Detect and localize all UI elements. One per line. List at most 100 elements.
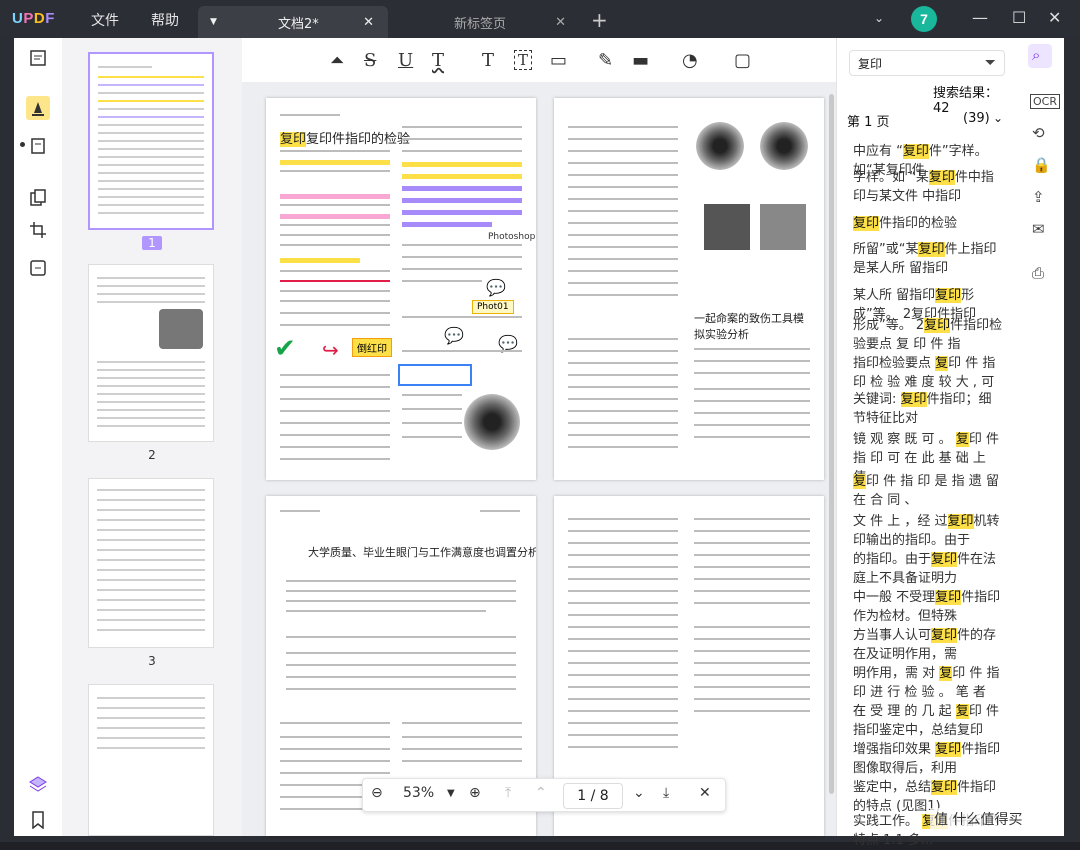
right-tool-bar: ⌕ OCR ⟲ 🔒 ⇪ ✉ ⎙: [1016, 38, 1064, 836]
comment-sticker-icon[interactable]: 💬: [486, 278, 506, 297]
search-result-item[interactable]: 文 件 上 ，经 过复印机转印输出的指印。由于: [853, 512, 1003, 550]
zoom-dropdown-icon[interactable]: ▼: [447, 788, 455, 799]
tab-label: 新标签页: [454, 16, 507, 32]
search-result-item[interactable]: 形成”等。 2复印件指印检验要点 复 印 件 指: [853, 316, 1003, 354]
squiggly-icon[interactable]: T: [432, 50, 444, 71]
rectangle-icon[interactable]: ▢: [734, 50, 751, 71]
search-result-item[interactable]: 复印件指印的检验: [853, 214, 1003, 233]
protect-icon[interactable]: 🔒: [1032, 156, 1051, 174]
search-result-item[interactable]: 在 受 理 的 几 起 复印 件 指印鉴定中，总结复印: [853, 702, 1003, 740]
strikethrough-icon[interactable]: S: [364, 50, 376, 71]
first-page-icon[interactable]: ⤒: [505, 785, 511, 801]
next-page-icon[interactable]: ⌄: [633, 785, 645, 801]
search-icon[interactable]: ⌕: [1032, 46, 1040, 64]
comment-mode-icon[interactable]: [28, 98, 48, 118]
thumbnail-panel: 1 2 3: [62, 38, 242, 836]
menu-file[interactable]: 文件: [91, 10, 119, 30]
rectangle-annotation[interactable]: [398, 364, 472, 386]
zoom-level[interactable]: 53%: [403, 785, 434, 801]
convert-file-icon[interactable]: ⟲: [1032, 124, 1045, 142]
result-text: 中一般 不受理: [853, 590, 936, 605]
thumbnail-page-2[interactable]: [88, 264, 214, 442]
search-result-item[interactable]: 中一般 不受理复印件指印作为检材。但特殊: [853, 588, 1003, 626]
thumbnail-page-1[interactable]: [88, 52, 214, 230]
reader-icon[interactable]: [28, 48, 48, 68]
results-page-header[interactable]: 第 1 页: [847, 111, 890, 130]
pencil-icon[interactable]: ✎: [598, 50, 613, 71]
ocr-icon[interactable]: OCR: [1030, 94, 1060, 109]
highlight-icon[interactable]: ⏶: [330, 50, 344, 71]
thumbnail-page-4[interactable]: [88, 684, 214, 836]
search-result-item[interactable]: 字样。如 “某复印件中指印与某文件 中指印: [853, 168, 1003, 206]
results-page-count: (39): [963, 111, 990, 126]
page-title: 一起命案的致伤工具模拟实验分析: [694, 312, 804, 341]
organize-pages-icon[interactable]: [28, 188, 48, 208]
eraser-icon[interactable]: ▬: [632, 50, 649, 71]
result-text: 镜 观 察 既 可 。: [853, 432, 956, 447]
result-text: 明作用，需 对: [853, 666, 940, 681]
close-icon[interactable]: ✕: [555, 15, 566, 30]
document-page-1[interactable]: 复印复印件指印的检验 ✔ ↪ 倒红印 Photoshop 💬 Phot01 💬 …: [266, 98, 536, 480]
last-page-icon[interactable]: ⤓: [663, 785, 669, 801]
search-result-item[interactable]: 指印检验要点 复印 件 指 印 检 验 难 度 较 大 , 可: [853, 354, 1003, 392]
app-window: UPDF 文件 帮助 ▼ 文档2* ✕ 新标签页 ✕ + ⌄ 7 — ☐ ✕ 1…: [0, 0, 1080, 848]
stamp-sticker[interactable]: 倒红印: [352, 338, 392, 357]
arrow-sticker-icon[interactable]: ↪: [322, 338, 339, 362]
result-text: 中应有 “: [853, 144, 903, 159]
active-dot: [20, 142, 25, 147]
chevron-down-icon[interactable]: ⌄: [874, 11, 884, 25]
maximize-icon[interactable]: ☐: [1012, 8, 1026, 27]
thumbnail-page-3[interactable]: [88, 478, 214, 648]
vertical-scrollbar[interactable]: [829, 94, 834, 794]
result-text: 鉴定中，总结: [853, 780, 932, 795]
close-icon[interactable]: ✕: [699, 785, 711, 801]
convert-icon[interactable]: [28, 258, 48, 278]
result-text: 文 件 上 ，经 过: [853, 514, 948, 529]
edit-pdf-icon[interactable]: [28, 136, 48, 156]
search-result-item[interactable]: 所留”或“某复印件上指印是某人所 留指印: [853, 240, 1003, 278]
zoom-out-icon[interactable]: ⊖: [371, 785, 383, 801]
minimize-icon[interactable]: —: [972, 8, 988, 27]
search-input[interactable]: 复印 ⏷: [849, 50, 1005, 76]
result-text: 字样。如 “某: [853, 170, 929, 185]
document-page-2[interactable]: 一起命案的致伤工具模拟实验分析: [554, 98, 824, 480]
layers-icon[interactable]: [28, 774, 48, 794]
filter-icon[interactable]: ⏷: [985, 55, 996, 71]
search-result-item[interactable]: 复印 件 指 印 是 指 遗 留 在 合 同 、: [853, 472, 1003, 510]
tab-new[interactable]: 新标签页 ✕: [392, 6, 580, 38]
textbox-icon[interactable]: T: [514, 50, 533, 70]
chevron-down-icon[interactable]: ⌄: [993, 111, 1003, 125]
result-match: 复: [939, 666, 953, 681]
result-match: 复印: [900, 392, 927, 407]
email-icon[interactable]: ✉: [1032, 220, 1045, 238]
result-text: 增强指印效果: [853, 742, 936, 757]
crop-icon[interactable]: [28, 220, 48, 240]
page-number-input[interactable]: 1 / 8: [563, 783, 623, 809]
close-icon[interactable]: ✕: [363, 15, 374, 30]
bookmark-icon[interactable]: [28, 810, 48, 830]
note-sticker[interactable]: Phot01: [472, 300, 514, 314]
prev-page-icon[interactable]: ⌃: [535, 785, 547, 801]
fingerprint-image-b: [760, 122, 808, 170]
tab-dropdown-icon[interactable]: ▼: [210, 17, 217, 27]
text-icon[interactable]: T: [482, 50, 494, 71]
result-match: 复印: [928, 170, 955, 185]
avatar[interactable]: 7: [911, 6, 937, 32]
menu-help[interactable]: 帮助: [151, 10, 179, 30]
search-result-item[interactable]: 增强指印效果 复印件指印图像取得后，利用: [853, 740, 1003, 778]
share-icon[interactable]: ⇪: [1032, 188, 1045, 206]
comment-sticker-pink-icon[interactable]: 💬: [444, 326, 464, 345]
search-result-item[interactable]: 的指印。由于复印件在法庭上不具备证明力: [853, 550, 1003, 588]
zoom-in-icon[interactable]: ⊕: [469, 785, 481, 801]
shape-color-icon[interactable]: ◔: [682, 50, 698, 71]
page-title-text: 复印件指印的检验: [306, 132, 411, 147]
search-result-item[interactable]: 方当事人认可复印件的存在及证明作用，需: [853, 626, 1003, 664]
search-result-item[interactable]: 关键词: 复印件指印；细节特征比对: [853, 390, 1003, 428]
save-icon[interactable]: ⎙: [1032, 264, 1044, 282]
new-tab-icon[interactable]: +: [591, 8, 608, 32]
comment-icon[interactable]: ▭: [550, 50, 567, 71]
underline-icon[interactable]: U: [398, 50, 413, 71]
tab-document[interactable]: ▼ 文档2* ✕: [198, 6, 388, 38]
close-window-icon[interactable]: ✕: [1048, 8, 1061, 27]
check-sticker-icon[interactable]: ✔: [274, 334, 296, 364]
